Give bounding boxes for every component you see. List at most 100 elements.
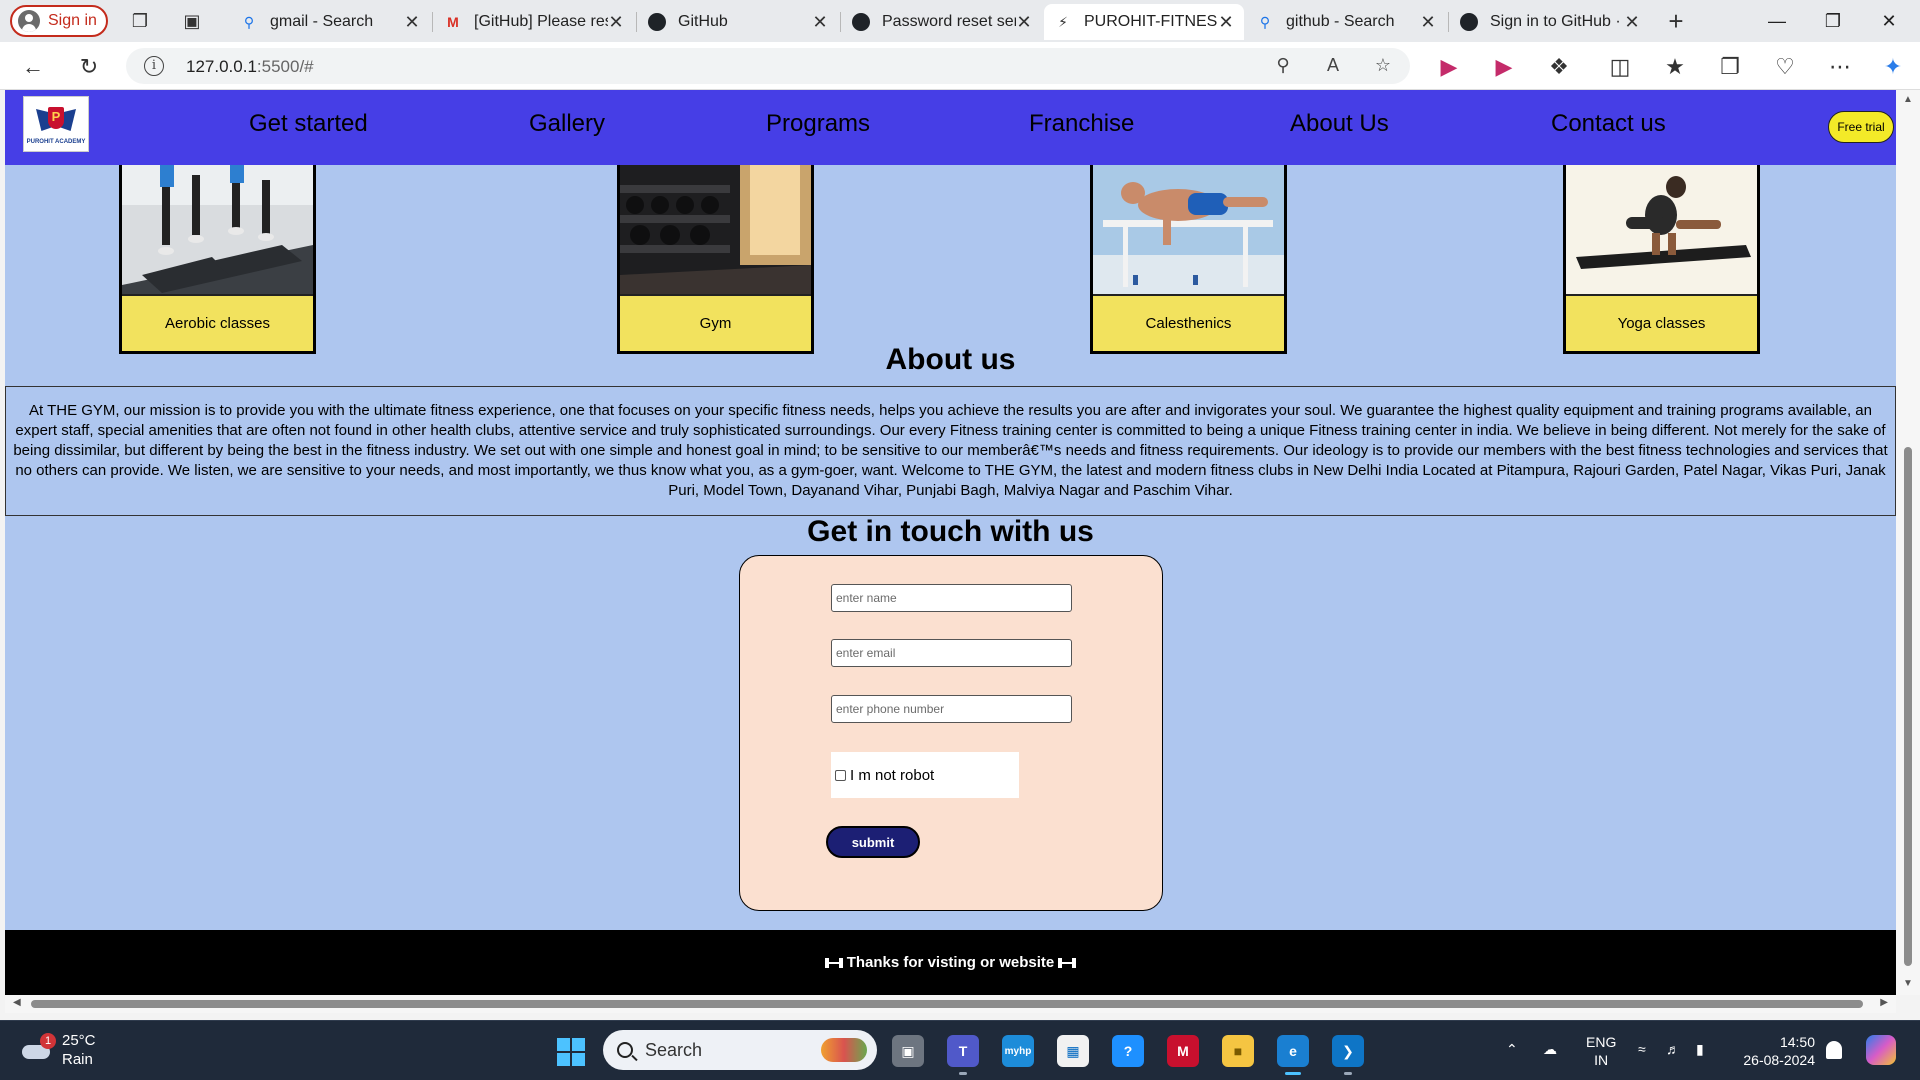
program-card-gym[interactable]: Gym [617, 165, 814, 354]
robot-checkbox[interactable] [835, 769, 846, 781]
restore-icon[interactable]: ❐ [1810, 6, 1856, 36]
site-icon: ⚡ [1058, 13, 1068, 30]
more-menu-icon[interactable]: ⋯ [1825, 52, 1855, 82]
battery-icon[interactable]: ▮ [1696, 1041, 1704, 1058]
tab-strip: Sign in ❐ ▣ ⚲ gmail - Search ✕ M [GitHub… [0, 0, 1920, 42]
language-indicator[interactable]: ENG IN [1586, 1033, 1616, 1069]
show-hidden-icons[interactable]: ⌃ [1506, 1041, 1518, 1058]
yoga-image [1566, 165, 1757, 294]
collections-icon[interactable]: ❐ [1715, 52, 1745, 82]
program-card-yoga[interactable]: Yoga classes [1563, 165, 1760, 354]
close-icon[interactable]: ✕ [1016, 12, 1032, 33]
tab-title: [GitHub] Please res [474, 13, 608, 30]
tab-separator [1448, 12, 1449, 32]
nav-about-us[interactable]: About Us [1290, 110, 1389, 138]
tab-github-search[interactable]: ⚲ github - Search ✕ [1246, 4, 1446, 40]
close-icon[interactable]: ✕ [608, 12, 624, 33]
email-input[interactable] [831, 639, 1072, 667]
mcafee-icon[interactable]: M [1167, 1035, 1199, 1067]
close-icon[interactable]: ✕ [1420, 12, 1436, 33]
horizontal-scroll-thumb[interactable] [31, 1000, 1863, 1008]
tab-title: gmail - Search [270, 13, 374, 30]
read-aloud-icon[interactable]: A [1322, 55, 1344, 77]
vertical-scrollbar[interactable]: ▲ ▼ [1896, 90, 1920, 995]
site-footer: Thanks for visting or website [5, 930, 1896, 995]
favorites-icon[interactable]: ★ [1660, 52, 1690, 82]
url-path: :5500/# [256, 57, 314, 76]
logo-crest-icon: P [36, 103, 76, 137]
nav-contact-us[interactable]: Contact us [1551, 110, 1666, 138]
media-extension-2-icon[interactable]: ▶ [1489, 52, 1519, 82]
name-input[interactable] [831, 584, 1072, 612]
nav-gallery[interactable]: Gallery [529, 110, 605, 138]
scroll-right-icon[interactable]: ▶ [1880, 997, 1888, 1008]
tab-title: PUROHIT-FITNESS [1084, 13, 1218, 30]
taskbar-search[interactable]: Search [603, 1030, 877, 1070]
tab-github[interactable]: GitHub ✕ [638, 4, 838, 40]
zoom-out-icon[interactable]: ⚲ [1272, 55, 1294, 77]
store-icon[interactable]: ▦ [1057, 1035, 1089, 1067]
site-info-icon[interactable]: i [144, 56, 164, 76]
tab-github-email[interactable]: M [GitHub] Please res ✕ [434, 4, 634, 40]
wifi-icon[interactable]: ≈ [1638, 1041, 1646, 1057]
tab-password-reset[interactable]: Password reset sen ✕ [842, 4, 1042, 40]
program-card-aerobic[interactable]: Aerobic classes [119, 165, 316, 354]
split-screen-icon[interactable]: ◫ [1605, 52, 1635, 82]
close-icon[interactable]: ✕ [404, 12, 420, 33]
scroll-down-icon[interactable]: ▼ [1903, 978, 1913, 989]
close-icon[interactable]: ✕ [1624, 12, 1640, 33]
address-bar[interactable]: i 127.0.0.1:5500/# ⚲ A ☆ [126, 48, 1410, 84]
tab-gmail-search[interactable]: ⚲ gmail - Search ✕ [230, 4, 430, 40]
back-icon[interactable]: ← [18, 52, 48, 82]
extensions-icon[interactable]: ❖ [1544, 52, 1574, 82]
onedrive-icon[interactable]: ☁ [1543, 1041, 1557, 1058]
refresh-icon[interactable]: ↻ [74, 52, 104, 82]
favorite-star-icon[interactable]: ☆ [1372, 55, 1394, 77]
nav-franchise[interactable]: Franchise [1029, 110, 1134, 138]
browser-essentials-icon[interactable]: ♡ [1770, 52, 1800, 82]
url-host: 127.0.0.1 [186, 57, 257, 76]
system-clock[interactable]: 14:50 26-08-2024 [1733, 1033, 1815, 1069]
weather-widget[interactable]: 1 25°C Rain [20, 1031, 96, 1069]
teams-icon[interactable]: T [947, 1035, 979, 1075]
nav-get-started[interactable]: Get started [249, 110, 368, 138]
notification-bell-icon[interactable] [1826, 1041, 1842, 1059]
program-card-calisthenics[interactable]: Calesthenics [1090, 165, 1287, 354]
copilot-icon[interactable]: ✦ [1878, 52, 1908, 82]
copilot-taskbar-icon[interactable] [1866, 1035, 1896, 1065]
new-tab-button[interactable]: + [1664, 6, 1688, 36]
logo-letter: P [48, 107, 64, 129]
scroll-up-icon[interactable]: ▲ [1903, 94, 1913, 105]
help-icon[interactable]: ? [1112, 1035, 1144, 1067]
github-icon [648, 13, 666, 31]
taskbar: 1 25°C Rain Search ▣ T myhp ▦ ? M ■ e ❯ … [0, 1020, 1920, 1080]
profile-sign-in-button[interactable]: Sign in [10, 5, 108, 37]
url-text: 127.0.0.1:5500/# [186, 57, 314, 77]
close-icon[interactable]: ✕ [1218, 12, 1234, 33]
vertical-scroll-thumb[interactable] [1904, 447, 1912, 966]
close-icon[interactable]: ✕ [812, 12, 828, 33]
minimize-icon[interactable]: — [1754, 6, 1800, 36]
tab-sign-in-github[interactable]: Sign in to GitHub · ✕ [1450, 4, 1650, 40]
file-explorer-icon[interactable]: ■ [1222, 1035, 1254, 1067]
vscode-icon[interactable]: ❯ [1332, 1035, 1364, 1075]
close-window-icon[interactable]: ✕ [1866, 6, 1912, 36]
myhp-icon[interactable]: myhp [1002, 1035, 1034, 1067]
tab-actions-icon[interactable]: ▣ [180, 9, 204, 33]
start-button[interactable] [557, 1038, 585, 1066]
horizontal-scrollbar[interactable]: ◀ ▶ [5, 995, 1896, 1013]
volume-icon[interactable]: ♬ [1666, 1041, 1680, 1057]
edge-icon[interactable]: e [1277, 1035, 1309, 1075]
task-view-icon[interactable]: ▣ [892, 1035, 924, 1067]
nav-programs[interactable]: Programs [766, 110, 870, 138]
clock-date: 26-08-2024 [1743, 1052, 1815, 1068]
site-logo[interactable]: P PUROHIT ACADEMY [23, 96, 89, 152]
free-trial-button[interactable]: Free trial [1828, 111, 1894, 143]
media-extension-icon[interactable]: ▶ [1434, 52, 1464, 82]
browser-toolbar: ← ↻ i 127.0.0.1:5500/# ⚲ A ☆ ▶ ▶ ❖ ◫ ★ ❐… [0, 42, 1920, 90]
scroll-left-icon[interactable]: ◀ [13, 997, 21, 1008]
submit-button[interactable]: submit [826, 826, 920, 858]
phone-input[interactable] [831, 695, 1072, 723]
workspaces-icon[interactable]: ❐ [128, 9, 152, 33]
tab-purohit-fitness[interactable]: ⚡ PUROHIT-FITNESS ✕ [1044, 4, 1244, 40]
